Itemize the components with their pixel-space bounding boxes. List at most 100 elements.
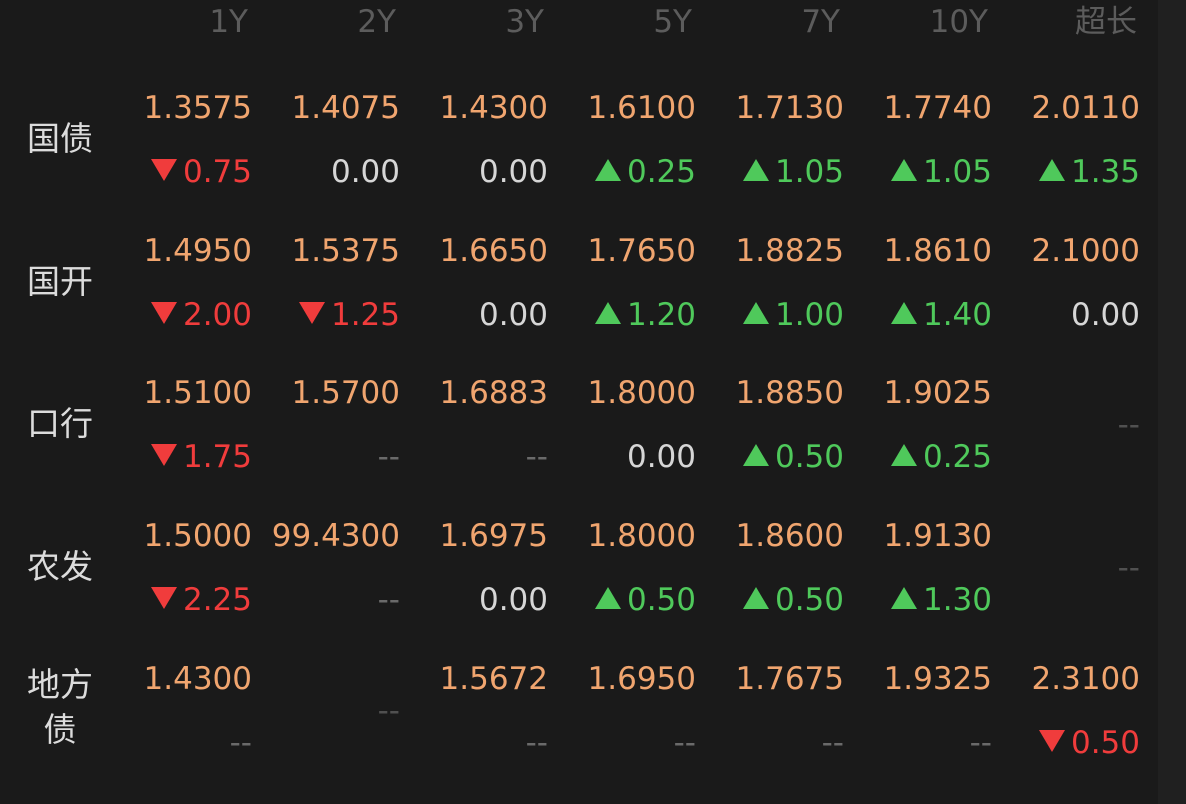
header-7y[interactable]: 7Y: [690, 2, 840, 42]
yield-cell-5y[interactable]: 1.6950 --: [556, 659, 696, 763]
header-1y[interactable]: 1Y: [98, 2, 248, 42]
yield-rate: 1.4075: [291, 90, 400, 126]
row-label-line: 地方: [27, 665, 93, 704]
yield-cell-ultra-long[interactable]: 2.1000 0.00: [1000, 231, 1140, 335]
yield-cell-1y[interactable]: 1.5000 2.25: [112, 516, 252, 620]
yield-cell-2y[interactable]: 1.4075 0.00: [260, 88, 400, 192]
yield-cell-5y[interactable]: 1.8000 0.00: [556, 373, 696, 477]
yield-change-value: 1.20: [626, 297, 696, 333]
yield-change: 0.25: [556, 152, 696, 192]
yield-cell-1y[interactable]: 1.3575 0.75: [112, 88, 252, 192]
yield-rate: 1.6883: [439, 375, 548, 411]
yield-change: 1.25: [260, 295, 400, 335]
header-5y[interactable]: 5Y: [542, 2, 692, 42]
header-2y[interactable]: 2Y: [246, 2, 396, 42]
yield-cell-10y[interactable]: 1.8610 1.40: [852, 231, 992, 335]
triangle-up-icon: [742, 587, 769, 609]
yield-change: 0.75: [112, 152, 252, 192]
yield-cell-10y[interactable]: 1.9025 0.25: [852, 373, 992, 477]
triangle-down-icon: [150, 587, 177, 609]
yield-cell-3y[interactable]: 1.6650 0.00: [408, 231, 548, 335]
yield-cell-2y[interactable]: 1.5375 1.25: [260, 231, 400, 335]
yield-change-value: 0.00: [478, 582, 548, 618]
yield-change: 1.05: [852, 152, 992, 192]
header-ultra-long[interactable]: 超长: [987, 2, 1137, 42]
yield-change: 1.00: [704, 295, 844, 335]
yield-cell-7y[interactable]: 1.8600 0.50: [704, 516, 844, 620]
yield-change-value: 2.00: [182, 297, 252, 333]
yield-cell-1y[interactable]: 1.4300 --: [112, 659, 252, 763]
header-10y[interactable]: 10Y: [838, 2, 988, 42]
yield-change-value: --: [821, 725, 844, 761]
yield-change-value: 1.40: [922, 297, 992, 333]
yield-change: 1.20: [556, 295, 696, 335]
yield-change-value: 0.00: [478, 297, 548, 333]
yield-change-value: 0.50: [626, 582, 696, 618]
yield-rate: 1.5672: [439, 661, 548, 697]
row-label-adbc[interactable]: 农发: [0, 542, 120, 592]
yield-cell-1y[interactable]: 1.5100 1.75: [112, 373, 252, 477]
yield-cell-5y[interactable]: 1.7650 1.20: [556, 231, 696, 335]
yield-change-value: 0.25: [922, 439, 992, 475]
yield-change-value: 0.75: [182, 154, 252, 190]
yield-cell-3y[interactable]: 1.5672 --: [408, 659, 548, 763]
yield-change-value: 1.30: [922, 582, 992, 618]
yield-rate: 1.8850: [735, 375, 844, 411]
yield-cell-7y[interactable]: 1.7130 1.05: [704, 88, 844, 192]
header-3y[interactable]: 3Y: [394, 2, 544, 42]
yield-change-value: --: [377, 582, 400, 618]
yield-rate: 1.8825: [735, 233, 844, 269]
yield-cell-7y[interactable]: 1.8850 0.50: [704, 373, 844, 477]
yield-cell-10y[interactable]: 1.7740 1.05: [852, 88, 992, 192]
yield-change-value: 1.35: [1070, 154, 1140, 190]
triangle-up-icon: [890, 444, 917, 466]
yield-cell-1y[interactable]: 1.4950 2.00: [112, 231, 252, 335]
yield-change-value: --: [229, 725, 252, 761]
yield-change-value: 0.25: [626, 154, 696, 190]
triangle-down-icon: [1038, 730, 1065, 752]
row-label-cdb[interactable]: 国开: [0, 257, 120, 307]
yield-change-value: --: [377, 439, 400, 475]
yield-change: 0.50: [1000, 723, 1140, 763]
yield-change: 1.30: [852, 580, 992, 620]
yield-change: 0.50: [556, 580, 696, 620]
yield-change: 0.00: [408, 152, 548, 192]
yield-rate: 1.8000: [587, 518, 696, 554]
yield-cell-3y[interactable]: 1.6975 0.00: [408, 516, 548, 620]
yield-rate: 1.6100: [587, 90, 696, 126]
yield-cell-5y[interactable]: 1.6100 0.25: [556, 88, 696, 192]
yield-rate: 1.7650: [587, 233, 696, 269]
yield-cell-10y[interactable]: 1.9325 --: [852, 659, 992, 763]
yield-rate: 1.8610: [883, 233, 992, 269]
yield-cell-ultra-long[interactable]: 2.3100 0.50: [1000, 659, 1140, 763]
row-label-line: 债: [43, 710, 77, 749]
row-label-local-gov[interactable]: 地方 债: [0, 662, 120, 752]
yield-change: --: [852, 723, 992, 763]
yield-rate: 1.6975: [439, 518, 548, 554]
row-label-treasury[interactable]: 国债: [0, 114, 120, 164]
yield-change: --: [112, 723, 252, 763]
yield-change: 2.25: [112, 580, 252, 620]
yield-cell-5y[interactable]: 1.8000 0.50: [556, 516, 696, 620]
yield-cell-10y[interactable]: 1.9130 1.30: [852, 516, 992, 620]
row-label-exim[interactable]: 口行: [0, 399, 120, 449]
yield-change: 1.75: [112, 437, 252, 477]
yield-cell-2y[interactable]: 1.5700 --: [260, 373, 400, 477]
yield-rate: 1.7130: [735, 90, 844, 126]
yield-change: --: [260, 437, 400, 477]
yield-cell-3y[interactable]: 1.6883 --: [408, 373, 548, 477]
yield-cell-2y[interactable]: 99.4300 --: [260, 516, 400, 620]
yield-cell-3y[interactable]: 1.4300 0.00: [408, 88, 548, 192]
yield-cell-7y[interactable]: 1.8825 1.00: [704, 231, 844, 335]
triangle-up-icon: [890, 587, 917, 609]
yield-cell-ultra-long[interactable]: 2.0110 1.35: [1000, 88, 1140, 192]
triangle-down-icon: [150, 302, 177, 324]
yield-rate: 1.3575: [143, 90, 252, 126]
yield-rate: 1.4950: [143, 233, 252, 269]
yield-change: 0.00: [260, 152, 400, 192]
yield-cell-7y[interactable]: 1.7675 --: [704, 659, 844, 763]
yield-rate: 1.5000: [143, 518, 252, 554]
yield-change-value: --: [525, 725, 548, 761]
empty-cell-ultra-long: --: [1117, 407, 1140, 443]
yield-change-value: 1.75: [182, 439, 252, 475]
